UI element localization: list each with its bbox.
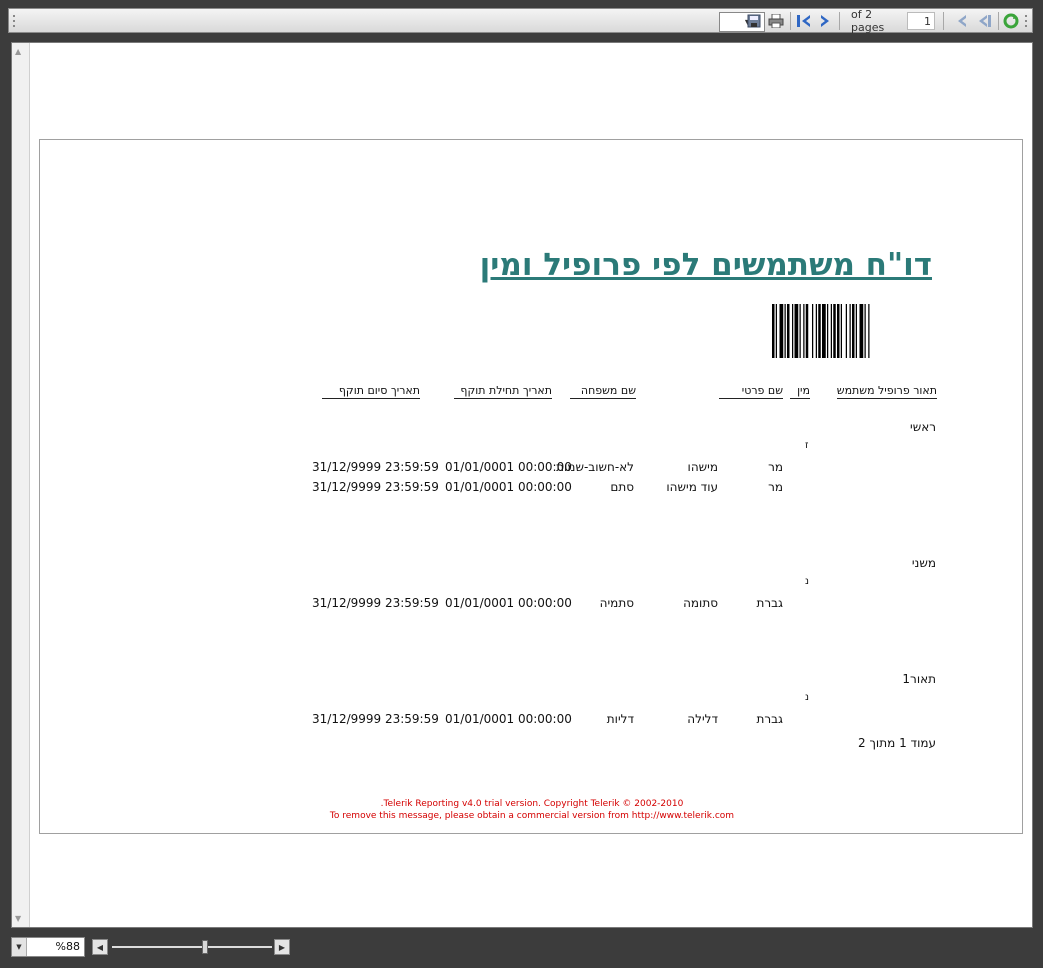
vertical-scrollbar[interactable]: ▲ ▼ [12, 43, 30, 927]
cell-start-date: 01/01/0001 00:00:00 [445, 712, 572, 726]
cell-title: מר [768, 460, 783, 474]
save-icon[interactable] [746, 12, 762, 30]
cell-last-name: סתמיה [599, 596, 634, 610]
cell-end-date: 31/12/9999 23:59:59 [312, 460, 439, 474]
zoom-value[interactable]: %88 [56, 940, 80, 953]
zoom-dropdown[interactable]: ▼ %88 [11, 937, 85, 957]
toolbar-grip[interactable] [11, 12, 17, 30]
report-viewer-window: ▼ of 2 pages 1 [0, 0, 1043, 968]
first-page-icon[interactable] [975, 12, 993, 30]
header-start-date: תאריך תחילת תוקף [454, 384, 552, 399]
cell-title: גברת [756, 712, 783, 726]
toolbar-options-grip[interactable] [1023, 12, 1029, 30]
cell-last-name: דליות [606, 712, 634, 726]
header-end-date: תאריך סיום תוקף [322, 384, 420, 399]
zoom-slider[interactable] [112, 940, 272, 954]
group-profile: תאור1 [902, 672, 936, 686]
cell-first-name: דלילה [687, 712, 718, 726]
print-icon[interactable] [767, 12, 785, 30]
header-first-name: שם פרטי [719, 384, 783, 399]
cell-start-date: 01/01/0001 00:00:00 [445, 480, 572, 494]
last-page-icon[interactable] [795, 12, 813, 30]
cell-title: גברת [756, 596, 783, 610]
barcode [772, 304, 932, 362]
cell-first-name: מישהו [687, 460, 718, 474]
scroll-down-icon[interactable]: ▼ [15, 914, 21, 923]
cell-end-date: 31/12/9999 23:59:59 [312, 480, 439, 494]
cell-first-name: עוד מישהו [666, 480, 718, 494]
refresh-icon[interactable] [1002, 12, 1020, 30]
report-title: דו"ח משתמשים לפי פרופיל ומין [479, 247, 932, 283]
header-profile-desc: תאור פרופיל משתמש [836, 384, 937, 399]
page-count-label: of 2 pages [851, 8, 885, 34]
zoom-out-icon[interactable]: ◀ [92, 939, 108, 955]
report-viewport[interactable]: ▲ ▼ דו"ח משתמשים לפי פרופיל ומין תאור פר… [11, 42, 1033, 928]
group-gender: נ [805, 576, 810, 587]
cell-start-date: 01/01/0001 00:00:00 [445, 596, 572, 610]
group-profile: ראשי [910, 420, 936, 434]
chevron-down-icon[interactable]: ▼ [12, 938, 27, 956]
group-profile: משני [911, 556, 936, 570]
toolbar: ▼ of 2 pages 1 [8, 8, 1033, 34]
header-last-name: שם משפחה [570, 384, 636, 399]
next-page-icon[interactable] [817, 12, 833, 30]
header-gender: מין [790, 384, 810, 399]
cell-title: מר [768, 480, 783, 494]
zoom-slider-thumb[interactable] [201, 940, 208, 954]
report-page: דו"ח משתמשים לפי פרופיל ומין תאור פרופיל… [39, 139, 1023, 834]
scroll-up-icon[interactable]: ▲ [15, 47, 21, 56]
group-gender: נ [805, 692, 810, 703]
cell-first-name: סתומה [683, 596, 718, 610]
cell-start-date: 01/01/0001 00:00:00 [445, 460, 572, 474]
trial-notice-line2: To remove this message, please obtain a … [329, 811, 735, 821]
status-bar: ▼ %88 ◀ ▶ [8, 934, 1033, 962]
cell-last-name: סתם [610, 480, 634, 494]
page-footer-label: עמוד 1 מתוך 2 [858, 736, 936, 750]
page-number-input[interactable]: 1 [907, 12, 935, 30]
cell-end-date: 31/12/9999 23:59:59 [312, 712, 439, 726]
previous-page-icon[interactable] [954, 12, 970, 30]
trial-notice-line1: .Telerik Reporting v4.0 trial version. C… [380, 799, 684, 809]
zoom-in-icon[interactable]: ▶ [274, 939, 290, 955]
cell-end-date: 31/12/9999 23:59:59 [312, 596, 439, 610]
group-gender: ז [805, 440, 809, 451]
